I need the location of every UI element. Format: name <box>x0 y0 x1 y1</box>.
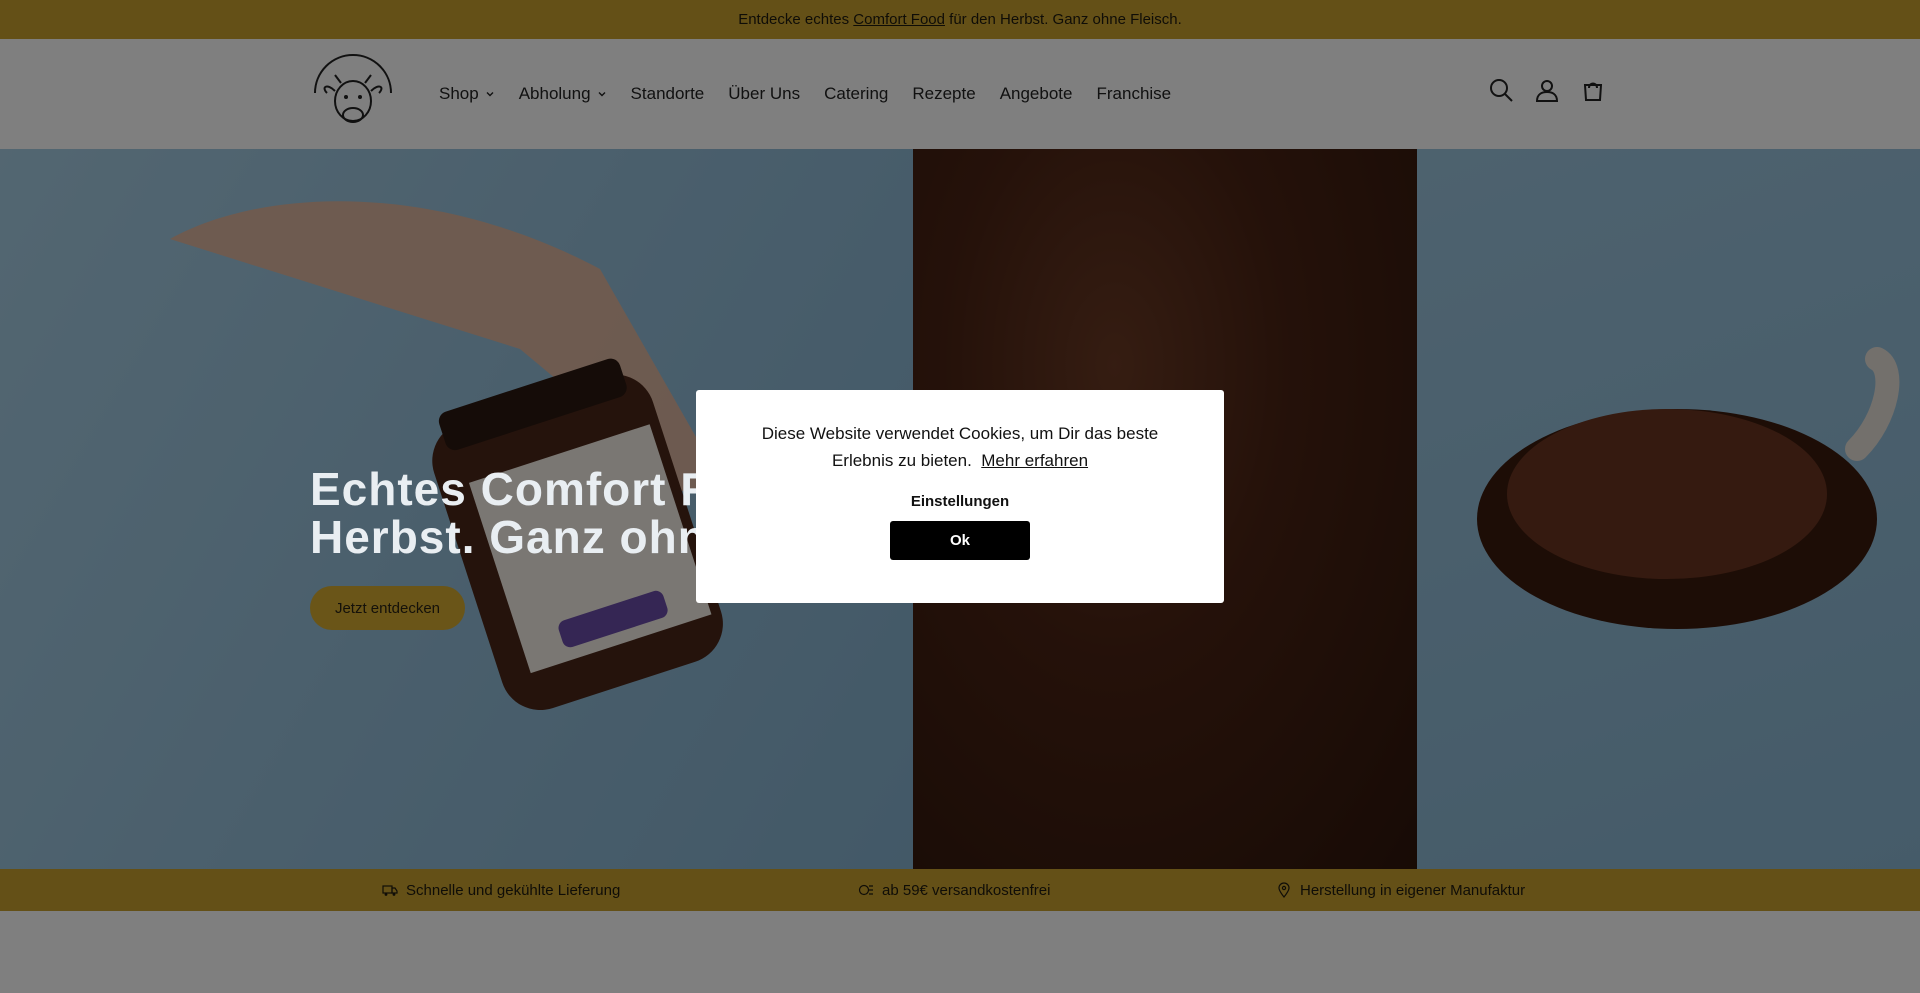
cookie-learn-more-link[interactable]: Mehr erfahren <box>981 451 1088 470</box>
cookie-message: Diese Website verwendet Cookies, um Dir … <box>730 420 1190 474</box>
hero-cta-button[interactable]: Jetzt entdecken <box>310 586 465 630</box>
cookie-consent-modal: Diese Website verwendet Cookies, um Dir … <box>696 390 1224 603</box>
cookie-text: Diese Website verwendet Cookies, um Dir … <box>761 424 1159 470</box>
cookie-ok-button[interactable]: Ok <box>890 521 1030 560</box>
cookie-settings-button[interactable]: Einstellungen <box>905 492 1015 511</box>
